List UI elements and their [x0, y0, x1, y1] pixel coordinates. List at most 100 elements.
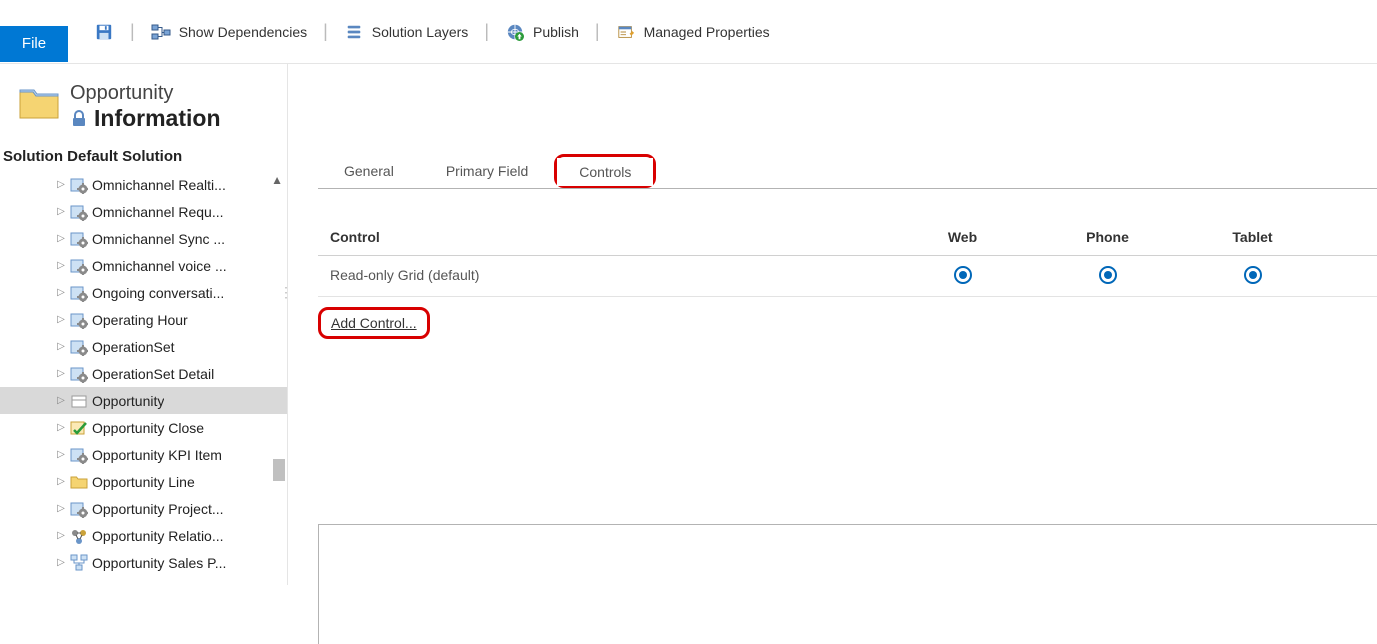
expand-caret-icon[interactable]: ▷: [56, 179, 66, 190]
layers-icon: [344, 22, 364, 42]
tree-item[interactable]: ▷Opportunity Close: [0, 414, 287, 441]
tree-item-label: OperationSet Detail: [92, 366, 214, 382]
tree-item[interactable]: ▷ Omnichannel voice ...: [0, 252, 287, 279]
controls-grid: Control Web Phone Tablet Read-only Grid …: [318, 219, 1377, 297]
tree-item-label: Omnichannel Sync ...: [92, 231, 225, 247]
expand-caret-icon[interactable]: ▷: [56, 530, 66, 541]
tab-primary-field[interactable]: Primary Field: [420, 155, 554, 189]
publish-label: Publish: [533, 24, 579, 40]
expand-caret-icon[interactable]: ▷: [56, 341, 66, 352]
radio-tablet[interactable]: [1244, 266, 1262, 284]
solution-layers-button[interactable]: Solution Layers: [336, 18, 477, 46]
entity-type-icon: [70, 203, 88, 221]
scroll-up-arrow[interactable]: ▲: [271, 173, 283, 187]
tree-item[interactable]: ▷ Opportunity KPI Item: [0, 441, 287, 468]
tab-general[interactable]: General: [318, 155, 420, 189]
tree-item[interactable]: ▷ Ongoing conversati...: [0, 279, 287, 306]
tree-item[interactable]: ▷ Omnichannel Requ...: [0, 198, 287, 225]
managed-properties-button[interactable]: Managed Properties: [608, 18, 778, 46]
entity-type-icon: [70, 446, 88, 464]
expand-caret-icon[interactable]: ▷: [56, 557, 66, 568]
expand-caret-icon[interactable]: ▷: [56, 260, 66, 271]
tree-item-label: Ongoing conversati...: [92, 285, 224, 301]
dependencies-icon: [151, 22, 171, 42]
tree-item[interactable]: ▷ Opportunity Relatio...: [0, 522, 287, 549]
solution-layers-label: Solution Layers: [372, 24, 469, 40]
header-phone: Phone: [1035, 229, 1180, 245]
entity-type-icon: [70, 473, 88, 491]
toolbar: File | Show Dependencies | Solution Laye…: [0, 0, 1377, 64]
scrollbar-thumb[interactable]: [273, 459, 285, 481]
expand-caret-icon[interactable]: ▷: [56, 503, 66, 514]
tree-item-label: Opportunity KPI Item: [92, 447, 222, 463]
entity-type-icon: [70, 257, 88, 275]
expand-caret-icon[interactable]: ▷: [56, 449, 66, 460]
toolbar-items: | Show Dependencies | Solution Layers | …: [86, 18, 778, 46]
cell-control-name: Read-only Grid (default): [330, 267, 890, 283]
tree-item[interactable]: ▷ Operating Hour: [0, 306, 287, 333]
entity-type-icon: [70, 311, 88, 329]
header-web: Web: [890, 229, 1035, 245]
tabs: General Primary Field Controls: [318, 154, 1377, 189]
save-button[interactable]: [86, 18, 122, 46]
publish-icon: [505, 22, 525, 42]
tree-item-label: Omnichannel Realti...: [92, 177, 226, 193]
radio-web[interactable]: [954, 266, 972, 284]
scrollbar-track[interactable]: [273, 191, 285, 581]
tree-item[interactable]: ▷ OperationSet: [0, 333, 287, 360]
tree-item-label: OperationSet: [92, 339, 175, 355]
tree-item-label: Opportunity Line: [92, 474, 195, 490]
entity-type-icon: [70, 554, 88, 572]
expand-caret-icon[interactable]: ▷: [56, 314, 66, 325]
radio-phone[interactable]: [1099, 266, 1117, 284]
expand-caret-icon[interactable]: ▷: [56, 476, 66, 487]
header-control: Control: [330, 229, 890, 245]
add-control-highlight: Add Control...: [318, 307, 1377, 339]
expand-caret-icon[interactable]: ▷: [56, 233, 66, 244]
entity-type-icon: [70, 419, 88, 437]
solution-label: Solution Default Solution: [0, 142, 287, 171]
tree-item[interactable]: ▷ Opportunity: [0, 387, 287, 414]
tree-item[interactable]: ▷ Opportunity Sales P...: [0, 549, 287, 576]
tree-item[interactable]: ▷ OperationSet Detail: [0, 360, 287, 387]
tab-controls[interactable]: Controls: [557, 158, 653, 186]
tree-item-label: Operating Hour: [92, 312, 188, 328]
tree-item-label: Opportunity Project...: [92, 501, 224, 517]
entity-subtitle: Information: [94, 105, 221, 132]
expand-caret-icon[interactable]: ▷: [56, 368, 66, 379]
sidebar: Opportunity Information Solution Default…: [0, 64, 288, 585]
tree-item-label: Omnichannel voice ...: [92, 258, 227, 274]
entity-type-icon: [70, 230, 88, 248]
entity-tree: ▲ ▷ Omnichannel Realti... ▷ Omnichannel Req…: [0, 171, 287, 585]
tree-item-label: Opportunity: [92, 393, 164, 409]
add-control-link[interactable]: Add Control...: [331, 315, 417, 331]
content: Opportunity Information Solution Default…: [0, 64, 1377, 585]
entity-type-icon: [70, 176, 88, 194]
tree-item[interactable]: ▷ Opportunity Line: [0, 468, 287, 495]
grid-row[interactable]: Read-only Grid (default): [318, 256, 1377, 297]
entity-type-icon: [70, 500, 88, 518]
tree-item-label: Omnichannel Requ...: [92, 204, 224, 220]
tree-item-label: Opportunity Sales P...: [92, 555, 226, 571]
expand-caret-icon[interactable]: ▷: [56, 422, 66, 433]
main-panel: General Primary Field Controls Control W…: [288, 64, 1377, 585]
tree-item[interactable]: ▷ Omnichannel Realti...: [0, 171, 287, 198]
tree-item[interactable]: ▷ Opportunity Project...: [0, 495, 287, 522]
header-tablet: Tablet: [1180, 229, 1325, 245]
entity-type-icon: [70, 527, 88, 545]
entity-type-icon: [70, 365, 88, 383]
tree-item-label: Opportunity Relatio...: [92, 528, 224, 544]
file-menu-button[interactable]: File: [0, 26, 68, 62]
folder-icon: [18, 84, 60, 122]
lock-icon: [70, 110, 88, 128]
entity-type-icon: [70, 284, 88, 302]
expand-caret-icon[interactable]: ▷: [56, 395, 66, 406]
publish-button[interactable]: Publish: [497, 18, 587, 46]
properties-icon: [616, 22, 636, 42]
show-dependencies-button[interactable]: Show Dependencies: [143, 18, 315, 46]
expand-caret-icon[interactable]: ▷: [56, 287, 66, 298]
save-icon: [94, 22, 114, 42]
detail-panel: [318, 524, 1377, 644]
expand-caret-icon[interactable]: ▷: [56, 206, 66, 217]
tree-item[interactable]: ▷ Omnichannel Sync ...: [0, 225, 287, 252]
